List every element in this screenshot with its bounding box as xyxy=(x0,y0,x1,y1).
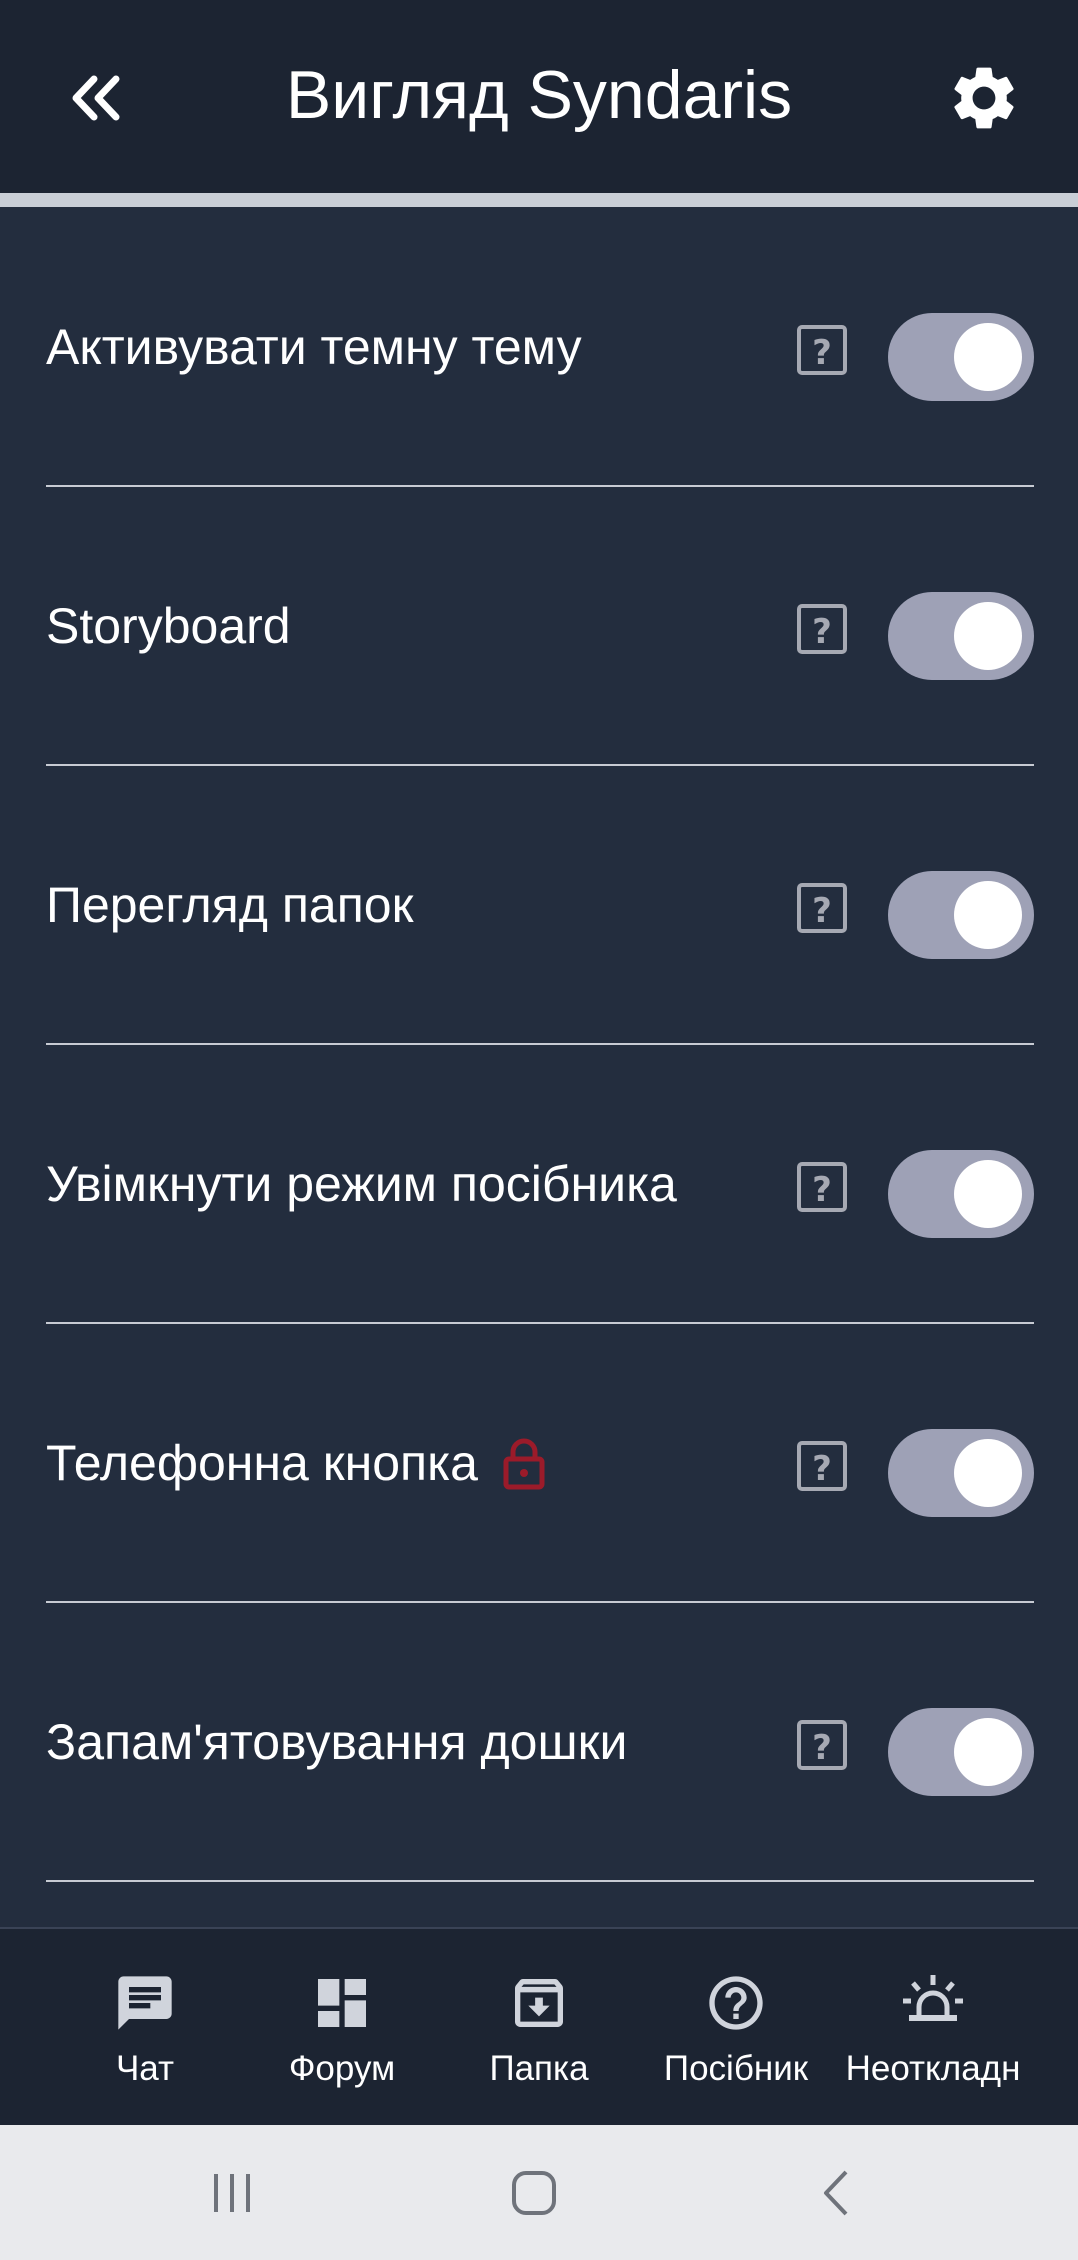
toggle-knob xyxy=(954,602,1022,670)
toggle-knob xyxy=(954,1160,1022,1228)
help-icon[interactable]: ? xyxy=(796,603,848,655)
toggle-knob xyxy=(954,323,1022,391)
toggle-switch[interactable] xyxy=(888,1708,1034,1796)
toggle-switch[interactable] xyxy=(888,871,1034,959)
nav-item-chat[interactable]: Чат xyxy=(45,1929,245,2127)
nav-item-folder[interactable]: Папка xyxy=(439,1929,639,2127)
toggle-switch[interactable] xyxy=(888,592,1034,680)
chevron-left-icon xyxy=(824,2170,848,2216)
help-icon[interactable]: ? xyxy=(796,1719,848,1771)
toggle-switch[interactable] xyxy=(888,1429,1034,1517)
setting-label: Телефонна кнопка xyxy=(46,1434,478,1491)
setting-label: Storyboard xyxy=(46,597,291,654)
setting-label: Активувати темну тему xyxy=(46,318,582,375)
home-button[interactable] xyxy=(489,2153,579,2233)
gear-icon xyxy=(954,67,1014,129)
bottom-nav: Чат Форум Папка Посібник Неоткладн xyxy=(0,1927,1078,2125)
nav-item-guide[interactable]: Посібник xyxy=(636,1929,836,2127)
settings-list: Активувати темну тему ? Storyboard ? Пер… xyxy=(0,207,1078,1882)
svg-text:?: ? xyxy=(812,1170,832,1210)
setting-row-phone-button: Телефонна кнопка ? xyxy=(0,1323,1078,1603)
toggle-switch[interactable] xyxy=(888,1150,1034,1238)
help-icon[interactable]: ? xyxy=(796,324,848,376)
dashboard-icon xyxy=(308,1969,376,2037)
setting-row-storyboard: Storyboard ? xyxy=(0,486,1078,766)
page-title: Вигляд Syndaris xyxy=(285,57,793,133)
recent-apps-button[interactable] xyxy=(187,2153,277,2233)
home-icon xyxy=(512,2171,556,2215)
help-icon[interactable]: ? xyxy=(796,882,848,934)
setting-row-guide-mode: Увімкнути режим посібника ? xyxy=(0,1044,1078,1324)
setting-row-folder-view: Перегляд папок ? xyxy=(0,765,1078,1045)
double-chevron-left-icon xyxy=(72,75,120,121)
lock-icon xyxy=(502,1436,546,1490)
recent-apps-icon xyxy=(214,2174,250,2212)
back-button[interactable] xyxy=(58,60,134,136)
toggle-switch[interactable] xyxy=(888,313,1034,401)
svg-text:?: ? xyxy=(812,891,832,931)
system-nav-bar xyxy=(0,2125,1078,2260)
svg-text:?: ? xyxy=(812,1449,832,1489)
setting-label: Перегляд папок xyxy=(46,876,414,933)
toggle-knob xyxy=(954,1439,1022,1507)
chat-icon xyxy=(111,1969,179,2037)
setting-label: Запам'ятовування дошки xyxy=(46,1713,628,1770)
nav-item-forum[interactable]: Форум xyxy=(242,1929,442,2127)
nav-item-urgent[interactable]: Неоткладн xyxy=(833,1929,1033,2127)
setting-row-dark-theme: Активувати темну тему ? xyxy=(0,207,1078,487)
setting-row-board-memory: Запам'ятовування дошки ? xyxy=(0,1602,1078,1882)
siren-icon xyxy=(899,1969,967,2037)
settings-button[interactable] xyxy=(940,54,1028,142)
svg-text:?: ? xyxy=(812,333,832,373)
help-icon[interactable]: ? xyxy=(796,1161,848,1213)
app-header: Вигляд Syndaris xyxy=(0,0,1078,193)
toggle-knob xyxy=(954,881,1022,949)
help-circle-icon xyxy=(702,1969,770,2037)
setting-label: Увімкнути режим посібника xyxy=(46,1155,677,1212)
svg-text:?: ? xyxy=(812,612,832,652)
setting-label-wrap: Телефонна кнопка xyxy=(46,1323,546,1602)
help-icon[interactable]: ? xyxy=(796,1440,848,1492)
system-back-button[interactable] xyxy=(792,2153,882,2233)
toggle-knob xyxy=(954,1718,1022,1786)
divider xyxy=(46,1880,1034,1882)
nav-label: Неоткладн xyxy=(845,2049,1021,2088)
archive-icon xyxy=(505,1969,573,2037)
header-divider xyxy=(0,193,1078,207)
svg-text:?: ? xyxy=(812,1728,832,1768)
